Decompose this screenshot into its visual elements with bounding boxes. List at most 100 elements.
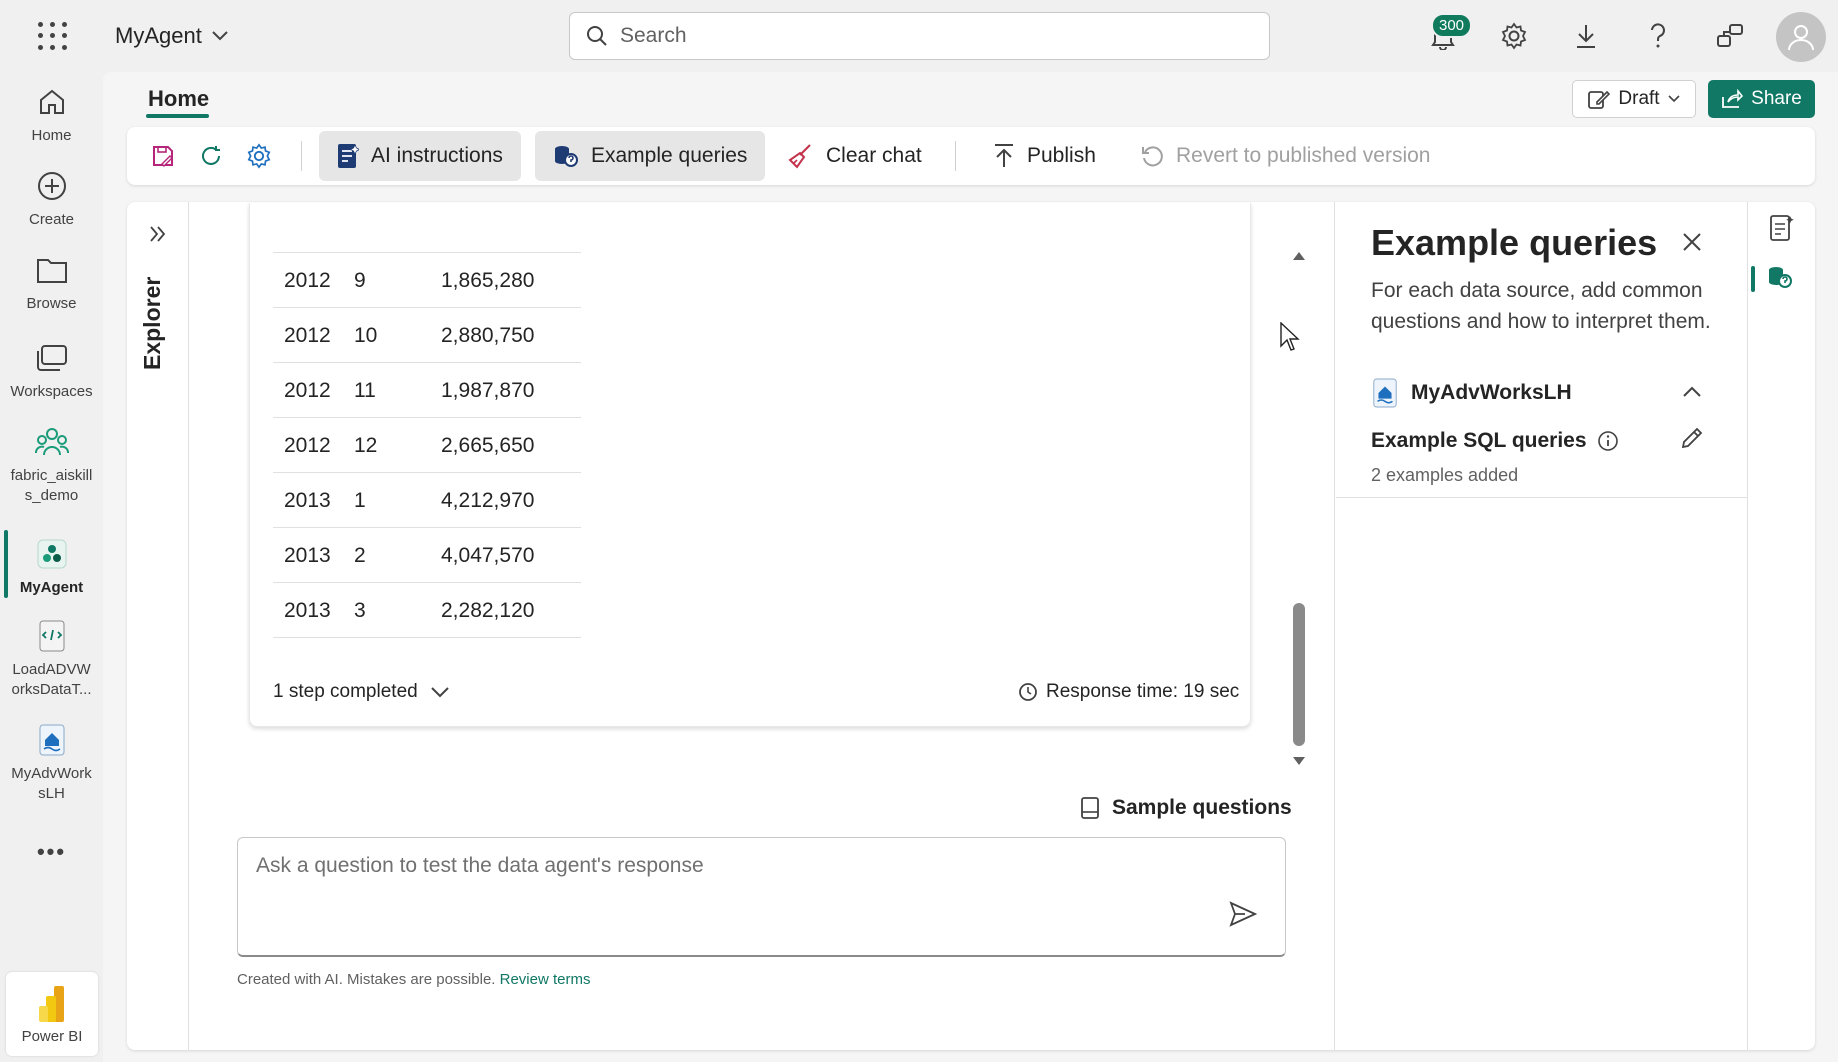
cell-value: 2,282,120 (441, 599, 535, 622)
nav-item-myagent[interactable]: MyAgent (0, 536, 103, 598)
triangle-down-icon (1293, 757, 1305, 765)
revert-icon (1142, 146, 1163, 167)
nav-label: Workspaces (10, 383, 93, 400)
cell-value: 2,880,750 (441, 324, 535, 347)
rail-active-indicator (1751, 266, 1755, 292)
cell-value: 4,047,570 (441, 544, 535, 567)
share-button[interactable]: Share (1708, 80, 1815, 118)
ai-disclaimer: Created with AI. Mistakes are possible. … (237, 971, 590, 988)
help-button[interactable] (1640, 18, 1676, 54)
collapse-datasource-button[interactable] (1680, 380, 1704, 404)
cell-value: 1,987,870 (441, 379, 535, 402)
broom-icon (788, 144, 811, 169)
notes-icon (1770, 215, 1794, 241)
example-queries-button[interactable]: Example queries (535, 131, 766, 181)
workspaces-icon (34, 340, 70, 376)
edit-sql-queries-button[interactable] (1680, 426, 1706, 452)
close-panel-button[interactable] (1678, 228, 1706, 256)
info-icon[interactable] (1597, 430, 1619, 452)
download-button[interactable] (1568, 18, 1604, 54)
steps-label: 1 step completed (273, 681, 418, 702)
ask-question-input[interactable] (256, 854, 1156, 894)
app-launcher-icon[interactable] (36, 20, 68, 52)
notification-badge: 300 (1431, 13, 1473, 38)
steps-expander[interactable]: 1 step completed (273, 681, 450, 703)
nav-label: MyAdvWork sLH (11, 765, 92, 802)
review-terms-link[interactable]: Review terms (500, 971, 591, 988)
cell-year: 2012 (284, 379, 331, 402)
table-row: 2012 12 2,665,650 (273, 418, 581, 473)
chevron-down-icon (1668, 95, 1680, 103)
datasource-header[interactable]: MyAdvWorksLH (1371, 375, 1711, 411)
more-button[interactable]: ••• (0, 839, 103, 864)
revert-button[interactable]: Revert to published version (1122, 131, 1448, 181)
ai-instructions-label: AI instructions (371, 144, 503, 167)
disclaimer-text: Created with AI. Mistakes are possible. (237, 971, 496, 988)
table-row: 2013 3 2,282,120 (273, 583, 581, 638)
sample-questions-button[interactable]: Sample questions (1080, 796, 1292, 820)
nav-item-browse[interactable]: Browse (0, 252, 103, 314)
publish-button[interactable]: Publish (975, 131, 1114, 181)
datasource-name: MyAdvWorksLH (1411, 381, 1572, 404)
cell-month: 10 (354, 324, 378, 347)
publish-icon (995, 144, 1013, 167)
draft-button[interactable]: Draft (1572, 80, 1696, 118)
divider (1336, 497, 1747, 498)
explorer-label[interactable]: Explorer (139, 270, 166, 370)
publish-label: Publish (1027, 144, 1096, 167)
ai-instructions-rail-button[interactable] (1769, 214, 1795, 242)
send-button[interactable] (1227, 898, 1259, 930)
cell-year: 2012 (284, 269, 331, 292)
more-icon: ••• (36, 839, 67, 864)
nav-item-home[interactable]: Home (0, 84, 103, 146)
nav-label: Create (28, 211, 75, 228)
chevron-up-icon (1683, 386, 1701, 397)
agent-icon (34, 536, 70, 572)
avatar[interactable] (1776, 12, 1826, 62)
scroll-up-arrow[interactable] (1291, 249, 1307, 261)
nav-item-create[interactable]: Create (0, 168, 103, 230)
table-row: 2012 11 1,987,870 (273, 363, 581, 418)
tab-home-underline (146, 114, 209, 118)
gear-icon (247, 143, 271, 169)
toolbar-divider (955, 141, 956, 171)
example-queries-rail-button[interactable] (1767, 264, 1793, 290)
create-icon (34, 168, 70, 204)
lakehouse-icon (1373, 378, 1397, 408)
nav-label: fabric_aiskill s_demo (10, 467, 93, 504)
example-queries-icon (1769, 267, 1792, 288)
ai-instructions-icon (338, 144, 359, 168)
nav-item-loadadvworks[interactable]: LoadADVW orksDataT... (0, 618, 103, 700)
app-name-label: MyAgent (115, 23, 202, 48)
cell-year: 2012 (284, 324, 331, 347)
nav-label: Home (31, 127, 72, 144)
nav-item-fabric-aiskills-demo[interactable]: fabric_aiskill s_demo (0, 424, 103, 506)
search-box[interactable] (569, 12, 1270, 60)
refresh-button[interactable] (196, 141, 226, 171)
app-name-dropdown[interactable]: MyAgent (115, 23, 228, 49)
settings-toolbar-button[interactable] (244, 141, 274, 171)
expand-explorer-button[interactable] (146, 222, 170, 246)
tab-home[interactable]: Home (148, 86, 209, 112)
save-button[interactable] (148, 141, 178, 171)
search-input[interactable] (620, 24, 1220, 48)
revert-label: Revert to published version (1176, 144, 1431, 167)
chevron-down-icon (430, 687, 449, 698)
chevron-down-icon (212, 31, 228, 41)
powerbi-switcher[interactable]: Power BI (6, 972, 98, 1056)
cell-month: 3 (354, 599, 366, 622)
nav-item-myadvworkslh[interactable]: MyAdvWork sLH (0, 722, 103, 804)
nav-item-workspaces[interactable]: Workspaces (0, 340, 103, 402)
panel-title: Example queries (1371, 222, 1658, 263)
ai-instructions-button[interactable]: AI instructions (319, 131, 521, 181)
clear-chat-button[interactable]: Clear chat (770, 131, 940, 181)
scrollbar-thumb[interactable] (1293, 603, 1305, 746)
save-icon (153, 146, 173, 167)
settings-button[interactable] (1496, 18, 1532, 54)
feedback-button[interactable] (1712, 18, 1748, 54)
scroll-down-arrow[interactable] (1291, 756, 1307, 768)
powerbi-label: Power BI (21, 1027, 83, 1045)
cell-month: 12 (354, 434, 378, 457)
ask-question-box[interactable] (237, 837, 1286, 957)
share-icon (1722, 89, 1744, 108)
